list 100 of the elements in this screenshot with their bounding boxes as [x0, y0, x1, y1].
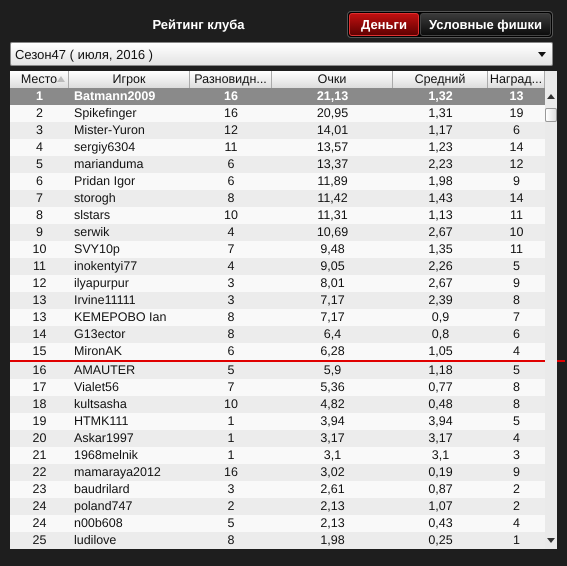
table-cell-text: 2,67 — [427, 275, 454, 292]
column-header[interactable]: Средний — [393, 71, 488, 88]
table-cell-text: 19 — [32, 413, 48, 430]
table-row[interactable]: 4 sergiy6304 11 13,57 1,23 14 — [10, 139, 545, 156]
table-row[interactable]: 8 slstars 10 11,31 1,13 11 — [10, 207, 545, 224]
table-row[interactable]: 7 storogh 8 11,42 1,43 14 — [10, 190, 545, 207]
table-cell-text: 7,17 — [319, 292, 346, 309]
table-cell-text: 5 — [226, 362, 236, 379]
table-cell-text: 1,18 — [427, 362, 454, 379]
table-cell-text: 9 — [35, 224, 44, 241]
table-cell-text: 6 — [226, 343, 236, 360]
table-cell-text: G13ector — [73, 326, 126, 343]
scroll-down-icon[interactable] — [547, 538, 555, 543]
column-header[interactable]: Наград... — [488, 71, 545, 88]
table-row[interactable]: 15 MironAK 6 6,28 1,05 4 — [10, 343, 545, 360]
scrollbar-thumb[interactable] — [545, 108, 557, 122]
tab[interactable]: Условные фишки — [420, 12, 551, 36]
scroll-up-icon[interactable] — [547, 94, 555, 99]
table-cell-text: kultsasha — [73, 396, 128, 413]
table-cell-text: 11 — [32, 258, 47, 275]
table-row[interactable]: 16 AMAUTER 5 5,9 1,18 5 — [10, 362, 545, 379]
table-cell-text: 24 — [32, 498, 48, 515]
table-cell-text: 0,48 — [427, 396, 454, 413]
table-row[interactable]: 2 Spikefinger 16 20,95 1,31 19 — [10, 105, 545, 122]
table-cell-text: 4 — [512, 515, 521, 532]
table-row[interactable]: 11 inokentyi77 4 9,05 2,26 5 — [10, 258, 545, 275]
table-cell-text: 2,23 — [427, 156, 454, 173]
table-cell-text: 1,98 — [319, 532, 346, 549]
table-row[interactable]: 13 KEMEPOBO Ian 8 7,17 0,9 7 — [10, 309, 545, 326]
table-cell-text: 0,9 — [430, 309, 450, 326]
table-row[interactable]: 14 G13ector 8 6,4 0,8 6 — [10, 326, 545, 343]
table-cell-text: 10 — [223, 207, 239, 224]
table-cell-text: 1,17 — [427, 122, 454, 139]
table-cell-text: 8 — [512, 292, 521, 309]
table-row[interactable]: 3 Mister-Yuron 12 14,01 1,17 6 — [10, 122, 545, 139]
table-cell-text: 2 — [35, 105, 44, 122]
table-row[interactable]: 5 marianduma 6 13,37 2,23 12 — [10, 156, 545, 173]
table-cell-text: Mister-Yuron — [73, 122, 146, 139]
table-cell-text: 2,39 — [427, 292, 454, 309]
table-cell-text: 13 — [32, 292, 48, 309]
table-cell-text: KEMEPOBO Ian — [73, 309, 168, 326]
table-cell-text: 16 — [223, 88, 239, 105]
table-cell-text: 3,17 — [427, 430, 454, 447]
table-cell-text: 20,95 — [316, 105, 350, 122]
table-row[interactable]: 25 ludilove 8 1,98 0,25 1 — [10, 532, 545, 549]
table-cell-text: 1,13 — [427, 207, 454, 224]
table-row[interactable]: 24 n00b608 5 2,13 0,43 4 — [10, 515, 545, 532]
column-header[interactable]: Игрок — [69, 71, 190, 88]
table-cell-text: 1 — [226, 413, 236, 430]
table-row[interactable]: 20 Askar1997 1 3,17 3,17 4 — [10, 430, 545, 447]
table-cell-text: 7 — [226, 379, 236, 396]
table-cell-text: 8 — [512, 379, 521, 396]
table-cell-text: 19 — [508, 105, 524, 122]
table-cell-text: Spikefinger — [73, 105, 138, 122]
table-cell-text: 0,19 — [427, 464, 454, 481]
table-row[interactable]: 22 mamaraya2012 16 3,02 0,19 9 — [10, 464, 545, 481]
column-header[interactable]: Очки — [272, 71, 393, 88]
table-row[interactable]: 10 SVY10p 7 9,48 1,35 11 — [10, 241, 545, 258]
table-row[interactable]: 12 ilyapurpur 3 8,01 2,67 9 — [10, 275, 545, 292]
table-cell-text: 4 — [512, 343, 521, 360]
column-header[interactable]: Разновидн... — [190, 71, 272, 88]
table-cell-text: 2,13 — [319, 498, 346, 515]
table-cell-text: 2,13 — [319, 515, 346, 532]
table-cell-text: 1,23 — [427, 139, 454, 156]
table-cell-text: 4 — [226, 258, 236, 275]
table-row[interactable]: 13 Irvine11111 3 7,17 2,39 8 — [10, 292, 545, 309]
season-dropdown[interactable]: Сезон47 ( июля, 2016 ) — [10, 42, 553, 66]
table-cell-text: 20 — [32, 430, 48, 447]
table-cell-text: 22 — [32, 464, 48, 481]
table-cell-text: 1,32 — [427, 88, 454, 105]
table-cell-text: 1,07 — [427, 498, 454, 515]
table-cell-text: 24 — [32, 515, 48, 532]
table-cell-text: 9 — [512, 173, 521, 190]
table-cell-text: 3 — [512, 447, 521, 464]
table-cell-text: n00b608 — [73, 515, 124, 532]
table-cell-text: Askar1997 — [73, 430, 135, 447]
table-cell-text: 12 — [32, 275, 48, 292]
table-cell-text: 7,17 — [319, 309, 346, 326]
table-cell-text: 7 — [512, 309, 521, 326]
table-row[interactable]: 19 HTMK111 1 3,94 3,94 5 — [10, 413, 545, 430]
table-cell-text: 5 — [226, 515, 236, 532]
table-cell-text: 1 — [226, 430, 236, 447]
table-cell-text: 5,9 — [322, 362, 342, 379]
table-cell-text: 0,25 — [427, 532, 454, 549]
table-row[interactable]: 6 Pridan Igor 6 11,89 1,98 9 — [10, 173, 545, 190]
table-cell-text: AMAUTER — [73, 362, 136, 379]
table-cell-text: Batmann2009 — [73, 88, 156, 105]
table-cell-text: 3,94 — [319, 413, 346, 430]
table-row[interactable]: 23 baudrilard 3 2,61 0,87 2 — [10, 481, 545, 498]
column-header[interactable]: Место — [10, 71, 69, 88]
table-cell-text: 5 — [512, 413, 521, 430]
table-cell-text: 14 — [508, 139, 524, 156]
table-row[interactable]: 21 1968melnik 1 3,1 3,1 3 — [10, 447, 545, 464]
table-cell-text: storogh — [73, 190, 117, 207]
table-row[interactable]: 9 serwik 4 10,69 2,67 10 — [10, 224, 545, 241]
tab[interactable]: Деньги — [348, 12, 419, 36]
table-row[interactable]: 24 poland747 2 2,13 1,07 2 — [10, 498, 545, 515]
table-row[interactable]: 18 kultsasha 10 4,82 0,48 8 — [10, 396, 545, 413]
table-row[interactable]: 17 Vialet56 7 5,36 0,77 8 — [10, 379, 545, 396]
table-cell-text: 6 — [226, 173, 236, 190]
